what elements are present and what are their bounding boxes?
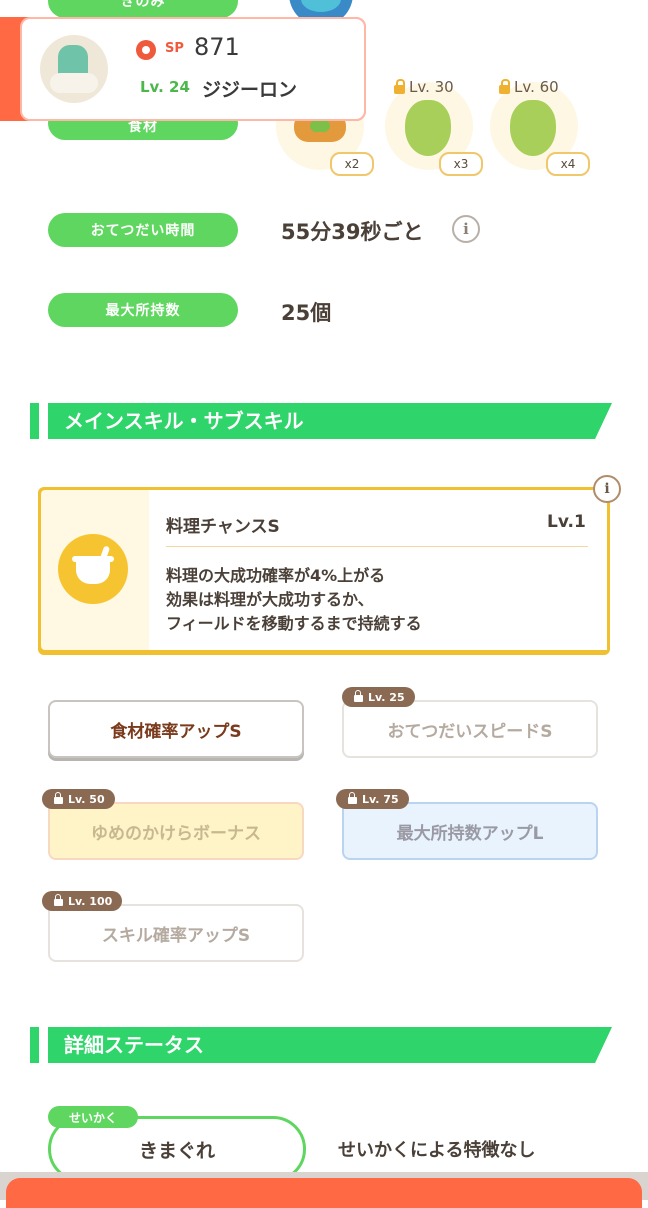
pokemon-name: ジジーロン — [202, 79, 298, 101]
lock-icon — [54, 894, 63, 906]
section-header-details: 詳細ステータス — [30, 1027, 612, 1063]
ingredient-qty-1: x2 — [330, 152, 374, 176]
nature-tag: せいかく — [48, 1106, 138, 1128]
info-icon[interactable]: i — [452, 215, 480, 243]
lock-icon — [54, 792, 63, 804]
main-skill-inner: 料理チャンスS Lv.1 料理の大成功確率が4%上がる 効果は料理が大成功するか… — [41, 490, 607, 650]
nature-effect: せいかくによる特徴なし — [338, 1140, 536, 1161]
main-skill-description: 料理の大成功確率が4%上がる 効果は料理が大成功するか、 フィールドを移動するま… — [166, 564, 422, 636]
section-title: メインスキル・サブスキル — [64, 409, 304, 433]
info-icon[interactable]: i — [593, 475, 621, 503]
pokemon-level: Lv. 24 — [140, 78, 190, 96]
sub-skill-1[interactable]: 食材確率アップS — [48, 700, 304, 758]
section-bar — [30, 1027, 39, 1063]
sub-skill-5-lock: Lv. 100 — [42, 891, 123, 911]
sub-skill-3[interactable]: ゆめのかけらボーナス — [48, 802, 304, 860]
lock-icon — [348, 792, 357, 804]
sp-label: SP — [165, 41, 184, 56]
max-carry-value: 25個 — [281, 301, 332, 325]
ingredient-detail — [310, 120, 330, 132]
main-skill-divider — [166, 546, 588, 547]
berry-label: きのみ — [48, 0, 238, 18]
ingredient-lock-3: Lv. 60 — [499, 78, 559, 96]
help-time-value: 55分39秒ごと — [281, 220, 424, 244]
section-header-skills: メインスキル・サブスキル — [30, 403, 612, 439]
sp-value: 871 — [194, 33, 240, 61]
sub-skill-2-lock: Lv. 25 — [342, 687, 415, 707]
ingredient-qty-3: x4 — [546, 152, 590, 176]
desc-line-1: 料理の大成功確率が4%上がる — [166, 566, 386, 585]
section-title: 詳細ステータス — [64, 1033, 204, 1057]
sub-skill-5[interactable]: スキル確率アップS — [48, 904, 304, 962]
pokemon-avatar — [40, 35, 108, 103]
help-time-label: おてつだい時間 — [48, 213, 238, 247]
desc-line-3: フィールドを移動するまで持続する — [166, 614, 422, 633]
lock-icon — [354, 690, 363, 702]
ingredient-qty-2: x3 — [439, 152, 483, 176]
desc-line-2: 効果は料理が大成功するか、 — [166, 590, 374, 609]
pokeball-icon — [136, 40, 156, 60]
lock-icon — [499, 78, 510, 94]
main-skill-card[interactable]: 料理チャンスS Lv.1 料理の大成功確率が4%上がる 効果は料理が大成功するか… — [38, 487, 610, 655]
sub-skill-3-lock: Lv. 50 — [42, 789, 115, 809]
bottom-action-bar[interactable] — [6, 1178, 642, 1208]
cooking-pot-icon — [58, 534, 128, 604]
pokemon-card[interactable]: SP 871 Lv. 24 ジジーロン — [22, 19, 364, 119]
ingredient-icon — [510, 100, 556, 156]
main-skill-level: Lv.1 — [547, 512, 586, 532]
section-bar — [30, 403, 39, 439]
main-skill-name: 料理チャンスS — [166, 517, 280, 537]
ingredient-icon — [405, 100, 451, 156]
sub-skill-4[interactable]: 最大所持数アップL — [342, 802, 598, 860]
max-carry-label: 最大所持数 — [48, 293, 238, 327]
sub-skill-4-lock: Lv. 75 — [336, 789, 409, 809]
ingredient-lock-2: Lv. 30 — [394, 78, 454, 96]
sub-skill-2[interactable]: おてつだいスピードS — [342, 700, 598, 758]
lock-icon — [394, 78, 405, 94]
